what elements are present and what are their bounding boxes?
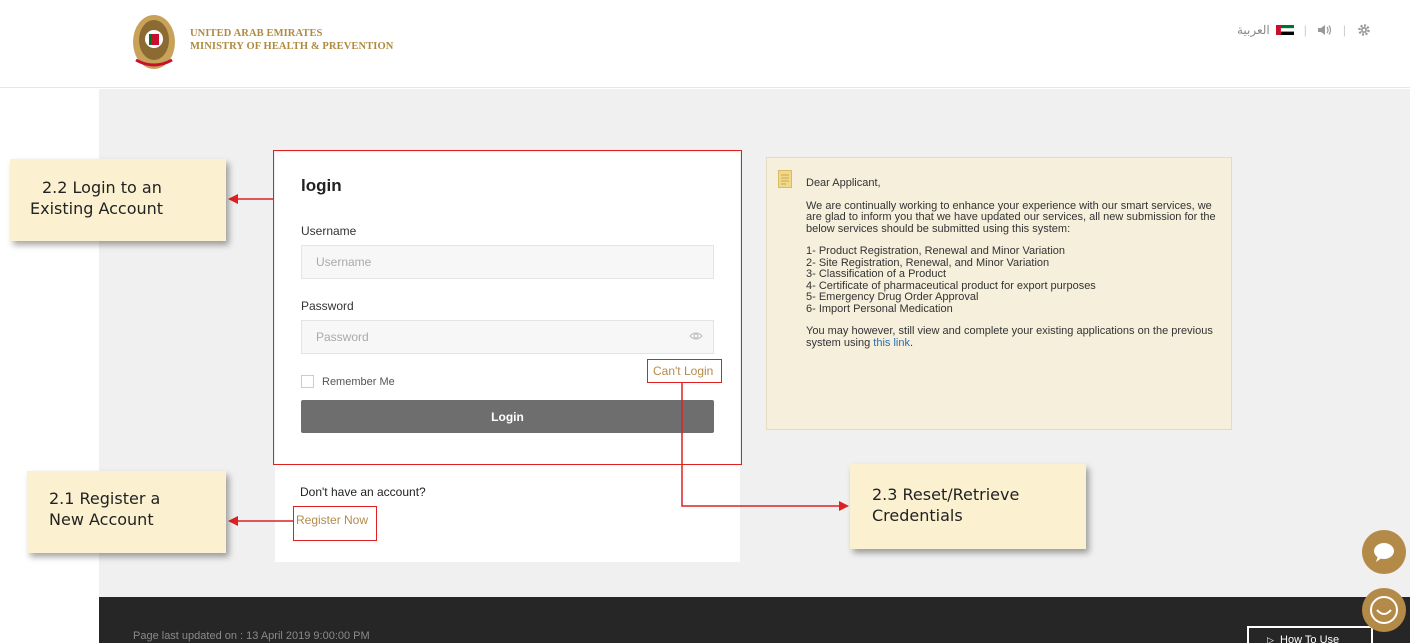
callout-line: 2.1 Register a bbox=[49, 489, 161, 508]
login-existing-callout: 2.2 Login to an Existing Account bbox=[10, 159, 226, 241]
callout-line: 2.2 Login to an bbox=[42, 178, 162, 197]
reset-credentials-callout: 2.3 Reset/Retrieve Credentials bbox=[850, 464, 1086, 549]
chat-bubble-icon bbox=[1374, 543, 1394, 562]
callout-line: Credentials bbox=[872, 506, 963, 525]
support-button[interactable] bbox=[1362, 588, 1406, 632]
chat-button[interactable] bbox=[1362, 530, 1406, 574]
how-to-use-label: How To Use bbox=[1280, 634, 1340, 643]
last-updated-text: Page last updated on : 13 April 2019 9:0… bbox=[133, 630, 370, 642]
how-to-use-button[interactable]: ▷ How To Use bbox=[1247, 626, 1373, 643]
callout-line: New Account bbox=[49, 510, 154, 529]
register-callout: 2.1 Register a New Account bbox=[27, 471, 226, 553]
support-icon bbox=[1370, 596, 1398, 624]
play-icon: ▷ bbox=[1267, 635, 1274, 643]
callout-line: Existing Account bbox=[30, 199, 164, 218]
callout-line: 2.3 Reset/Retrieve bbox=[872, 485, 1020, 504]
